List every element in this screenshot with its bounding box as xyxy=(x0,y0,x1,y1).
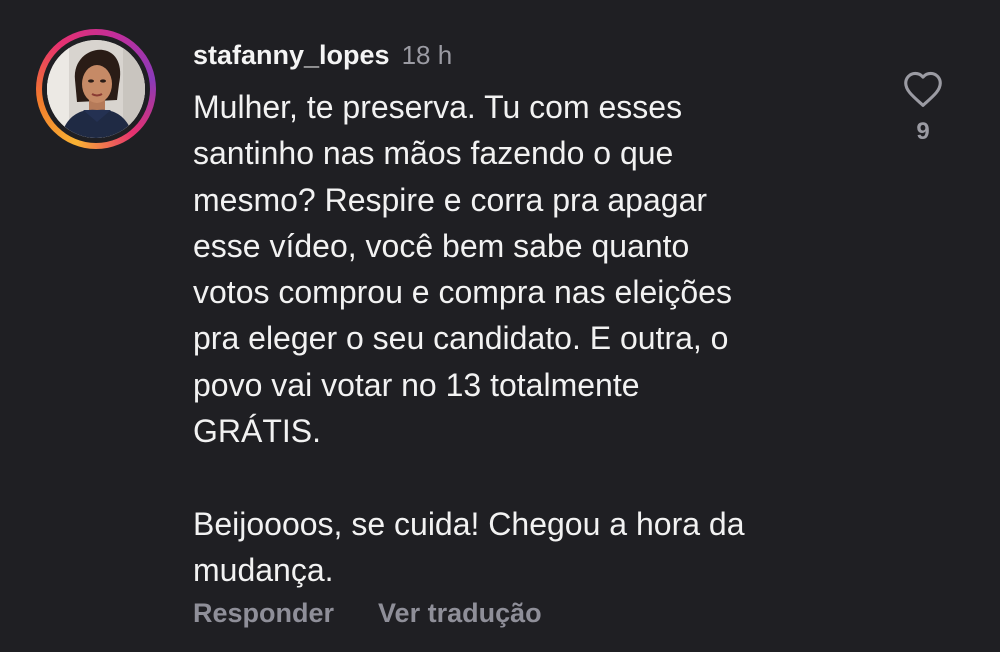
avatar-story-ring[interactable] xyxy=(36,29,156,149)
reply-button[interactable]: Responder xyxy=(193,598,334,629)
comment-header: stafanny_lopes 18 h xyxy=(193,40,452,76)
avatar-gap xyxy=(42,35,150,143)
comment-item: stafanny_lopes 18 h Mulher, te preserva.… xyxy=(0,0,1000,652)
see-translation-button[interactable]: Ver tradução xyxy=(378,598,542,629)
like-count: 9 xyxy=(916,118,930,145)
like-control[interactable]: 9 xyxy=(898,70,948,146)
comment-timestamp: 18 h xyxy=(401,40,453,70)
username-link[interactable]: stafanny_lopes xyxy=(193,40,390,71)
comment-actions: Responder Ver tradução xyxy=(193,598,542,629)
avatar[interactable] xyxy=(47,40,145,138)
comment-text: Mulher, te preserva. Tu com esses santin… xyxy=(193,89,745,588)
avatar-photo xyxy=(47,40,145,138)
heart-outline-icon[interactable] xyxy=(902,70,944,108)
